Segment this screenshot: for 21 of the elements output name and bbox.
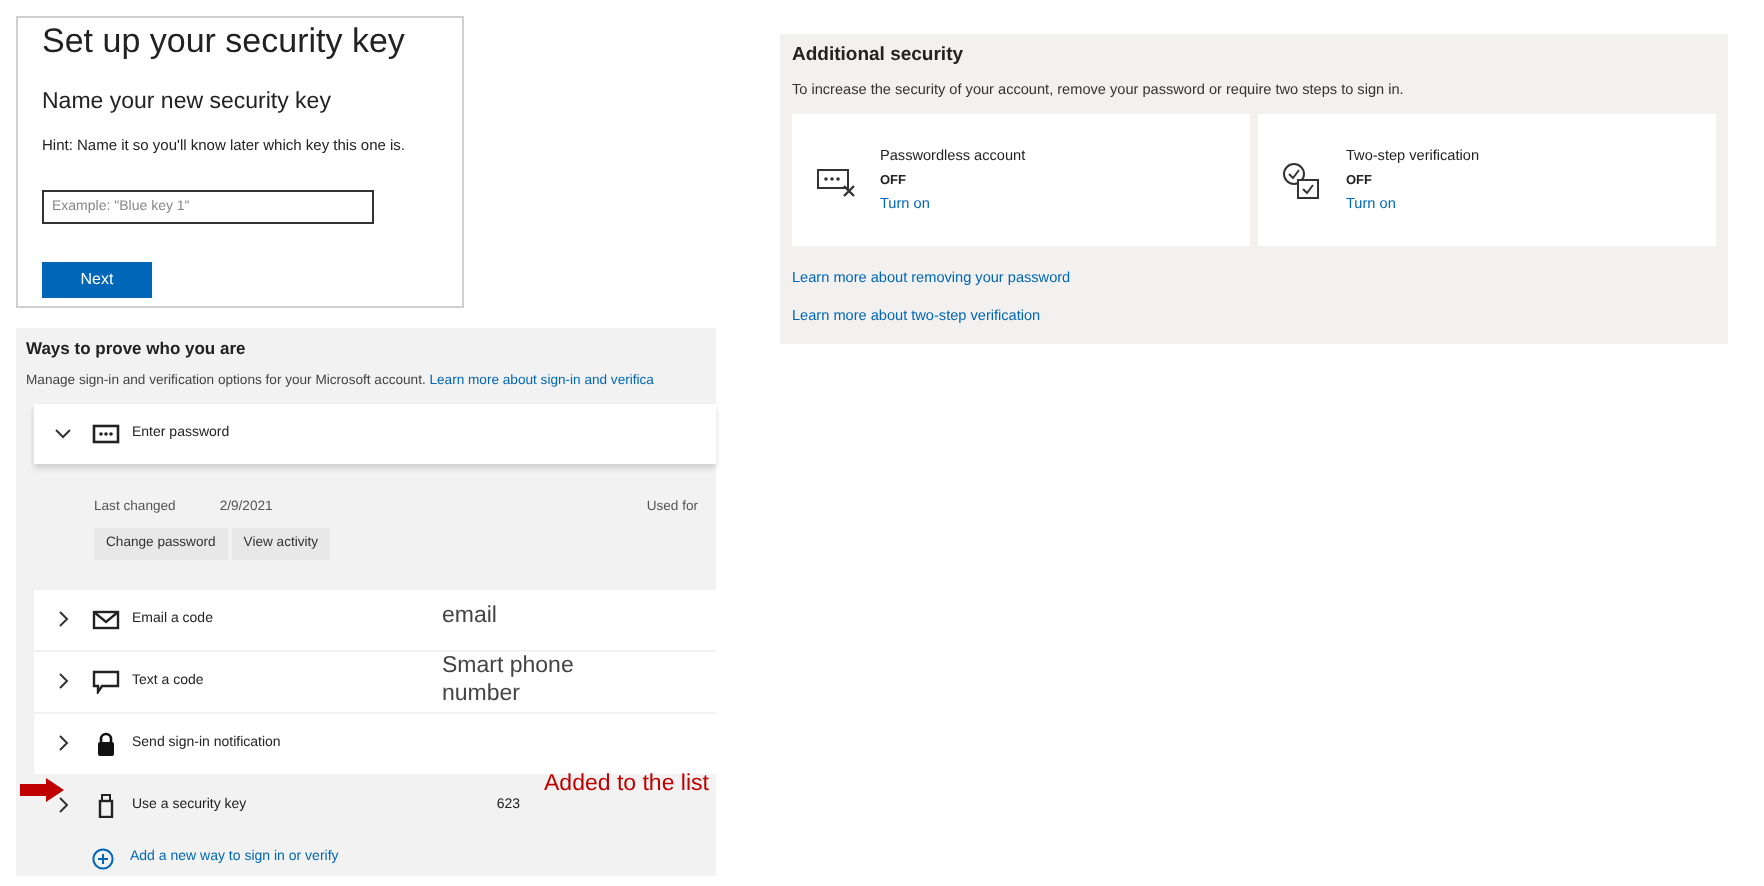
- envelope-icon: [92, 610, 120, 630]
- annotation-text: Added to the list: [544, 771, 711, 800]
- panel-title: Ways to prove who you are: [24, 336, 248, 362]
- usb-key-icon: [98, 793, 114, 818]
- chevron-icon: [54, 424, 72, 443]
- chevron-icon: [54, 610, 72, 629]
- add-icon: [92, 847, 114, 870]
- panel-title: Additional security: [792, 44, 966, 67]
- next-button[interactable]: Next: [42, 262, 152, 299]
- chevron-icon: [54, 734, 72, 753]
- card-title: Set up your security key: [42, 22, 407, 63]
- note-text: Smart phone number: [442, 653, 576, 710]
- card-subtitle: Name your new security key: [42, 90, 333, 119]
- password-icon: [92, 424, 120, 444]
- chevron-icon: [54, 672, 72, 691]
- lock-icon: [98, 732, 114, 756]
- chat-icon: [92, 670, 120, 694]
- note-text: email: [442, 603, 499, 632]
- arrow-icon: [20, 778, 64, 802]
- checkmarks-icon: [1282, 161, 1322, 200]
- chevron-icon: [54, 796, 72, 815]
